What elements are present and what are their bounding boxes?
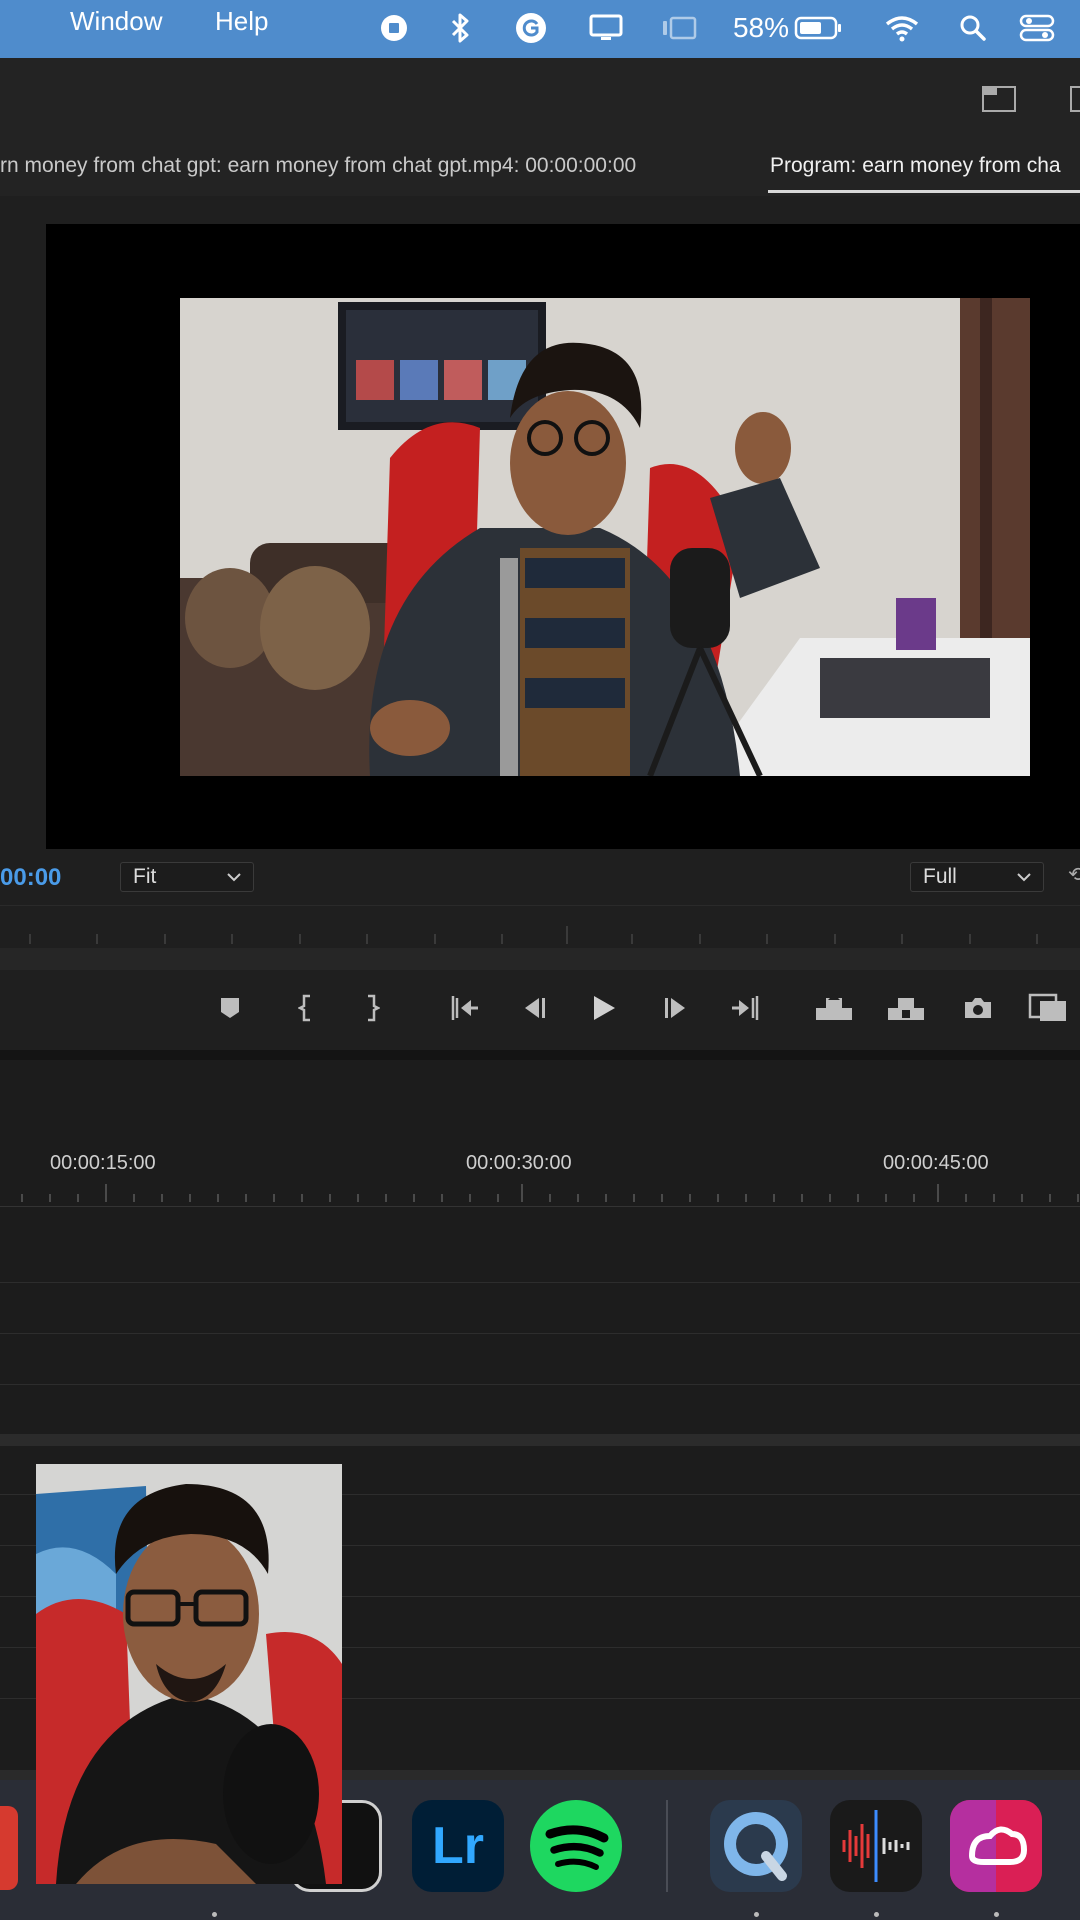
- lightroom-app-icon[interactable]: Lr: [412, 1800, 504, 1892]
- active-tab-underline: [768, 190, 1080, 193]
- battery-icon[interactable]: [793, 6, 843, 50]
- video-frame-image: [180, 298, 1030, 776]
- step-forward-button[interactable]: [656, 988, 696, 1028]
- chevron-down-icon: [1017, 873, 1031, 882]
- comparison-view-button[interactable]: [1028, 988, 1068, 1028]
- go-to-in-button[interactable]: [444, 988, 484, 1028]
- mark-in-icon: [298, 994, 310, 1022]
- track-divider: [0, 1333, 1080, 1334]
- step-back-button[interactable]: [514, 988, 554, 1028]
- voice-memos-app-icon[interactable]: [830, 1800, 922, 1892]
- marker-icon: [221, 998, 239, 1018]
- track-divider: [0, 1282, 1080, 1283]
- chevron-down-icon: [227, 873, 241, 882]
- add-marker-button[interactable]: [210, 988, 250, 1028]
- ruler-border: [0, 1206, 1080, 1207]
- wifi-icon[interactable]: [880, 6, 924, 50]
- spotlight-search-icon[interactable]: [951, 6, 995, 50]
- mark-out-icon: [368, 994, 380, 1022]
- menu-help[interactable]: Help: [215, 6, 268, 37]
- lift-icon: [816, 994, 852, 1020]
- bluetooth-icon[interactable]: [438, 6, 482, 50]
- menu-window[interactable]: Window: [70, 6, 162, 37]
- timeline-timecode-15s: 00:00:15:00: [50, 1152, 156, 1174]
- monitor-time-ruler[interactable]: [0, 905, 1080, 946]
- go-to-out-button[interactable]: [726, 988, 766, 1028]
- export-frame-button[interactable]: [958, 988, 998, 1028]
- go-to-out-icon: [732, 996, 759, 1020]
- running-indicator: [994, 1912, 999, 1917]
- monitor-zoom-scrollbar[interactable]: [0, 948, 1080, 970]
- timeline-timecode-45s: 00:00:45:00: [883, 1152, 989, 1174]
- settings-wrench-icon[interactable]: ⟲: [1068, 862, 1080, 886]
- lift-button[interactable]: [814, 988, 854, 1028]
- go-to-in-icon: [451, 996, 478, 1020]
- dock-separator: [666, 1800, 668, 1892]
- source-monitor-tab[interactable]: rn money from chat gpt: earn money from …: [0, 154, 636, 178]
- zoom-level-value: Fit: [133, 865, 157, 888]
- running-indicator: [212, 1912, 217, 1917]
- extract-icon: [888, 998, 924, 1020]
- workspace-toolbar: [0, 58, 1080, 139]
- playback-resolution-value: Full: [923, 865, 957, 888]
- spotify-app-icon[interactable]: [530, 1800, 622, 1892]
- running-indicator: [754, 1912, 759, 1917]
- track-separator[interactable]: [0, 1434, 1080, 1446]
- step-forward-icon: [665, 998, 685, 1018]
- quicktime-app-icon[interactable]: [710, 1800, 802, 1892]
- panel-layout-icon[interactable]: [982, 86, 1016, 117]
- stage-manager-icon[interactable]: [658, 6, 702, 50]
- record-icon[interactable]: [372, 6, 416, 50]
- mark-out-button[interactable]: [352, 988, 392, 1028]
- camera-icon: [965, 998, 991, 1018]
- grammarly-icon[interactable]: [509, 6, 553, 50]
- dock-app-partial-icon[interactable]: [0, 1806, 18, 1890]
- panel-icon[interactable]: [1070, 86, 1080, 112]
- extract-button[interactable]: [886, 988, 926, 1028]
- control-center-icon[interactable]: [1012, 6, 1062, 50]
- creative-cloud-app-icon[interactable]: [950, 1800, 1042, 1892]
- program-monitor-tab[interactable]: Program: earn money from cha: [770, 154, 1061, 178]
- monitor-tab-row: rn money from chat gpt: earn money from …: [0, 138, 1080, 196]
- play-icon: [594, 996, 615, 1020]
- zoom-level-select[interactable]: Fit: [120, 862, 254, 892]
- running-indicator: [874, 1912, 879, 1917]
- step-back-icon: [525, 998, 545, 1018]
- playhead-timecode[interactable]: 00:00: [0, 864, 61, 892]
- menu-bar: Window Help 58%: [0, 0, 1080, 58]
- battery-percent: 58%: [732, 12, 790, 43]
- track-divider: [0, 1384, 1080, 1385]
- display-icon[interactable]: [584, 6, 628, 50]
- timeline-ruler[interactable]: [0, 1182, 1080, 1206]
- webcam-overlay: [36, 1464, 342, 1884]
- play-button[interactable]: [584, 988, 624, 1028]
- mark-in-button[interactable]: [286, 988, 326, 1028]
- lightroom-label: Lr: [432, 1817, 484, 1875]
- panel-divider[interactable]: [0, 1050, 1080, 1060]
- filmstrip-icon: [1028, 993, 1066, 1021]
- timeline-timecode-30s: 00:00:30:00: [466, 1152, 572, 1174]
- playback-resolution-select[interactable]: Full: [910, 862, 1044, 892]
